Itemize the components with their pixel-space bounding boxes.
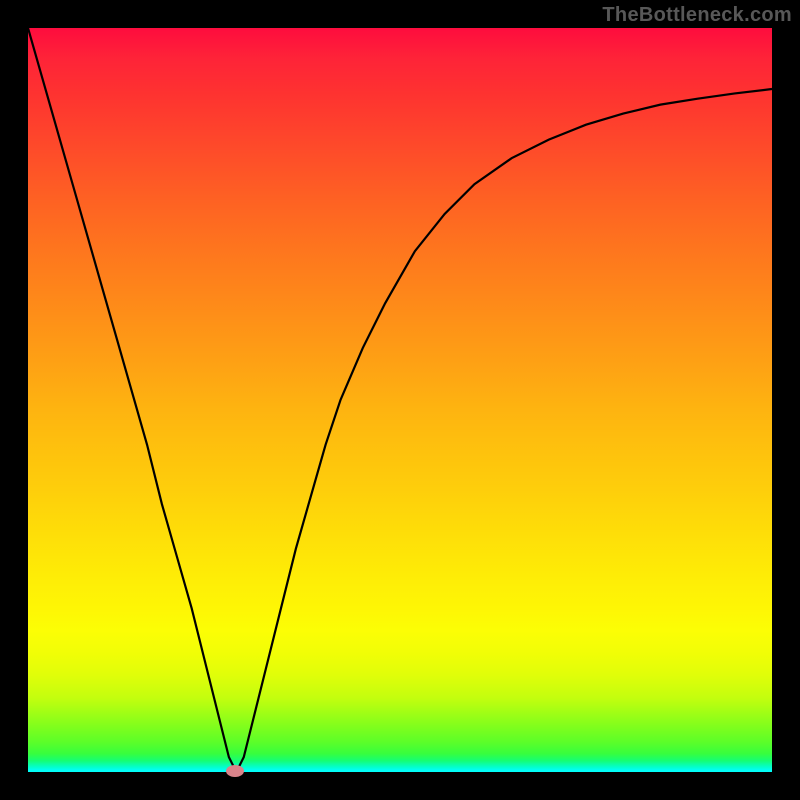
minimum-marker: [226, 765, 244, 777]
plot-area: [28, 28, 772, 772]
curve-svg: [28, 28, 772, 772]
bottleneck-curve: [28, 28, 772, 772]
chart-container: TheBottleneck.com: [0, 0, 800, 800]
watermark-label: TheBottleneck.com: [602, 4, 792, 27]
